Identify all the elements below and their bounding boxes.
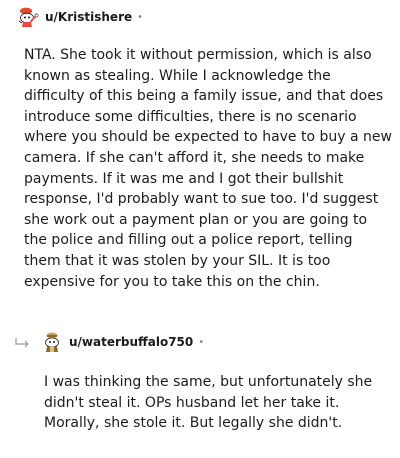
- comment-body: NTA. She took it without permission, whi…: [24, 47, 392, 290]
- comment-1-header: u/Kristishere •: [17, 6, 143, 28]
- comment-body: I was thinking the same, but unfortunate…: [44, 374, 373, 432]
- snoo-avatar-icon[interactable]: [41, 331, 63, 353]
- separator-dot: •: [137, 11, 144, 23]
- comment-2-header: u/waterbuffalo750 •: [41, 331, 204, 353]
- separator-dot: •: [198, 336, 205, 348]
- snoo-avatar-icon[interactable]: [17, 6, 39, 28]
- comment-author[interactable]: u/Kristishere: [45, 10, 132, 24]
- comment-author[interactable]: u/waterbuffalo750: [69, 335, 193, 349]
- reply-arrow-icon: [15, 338, 29, 348]
